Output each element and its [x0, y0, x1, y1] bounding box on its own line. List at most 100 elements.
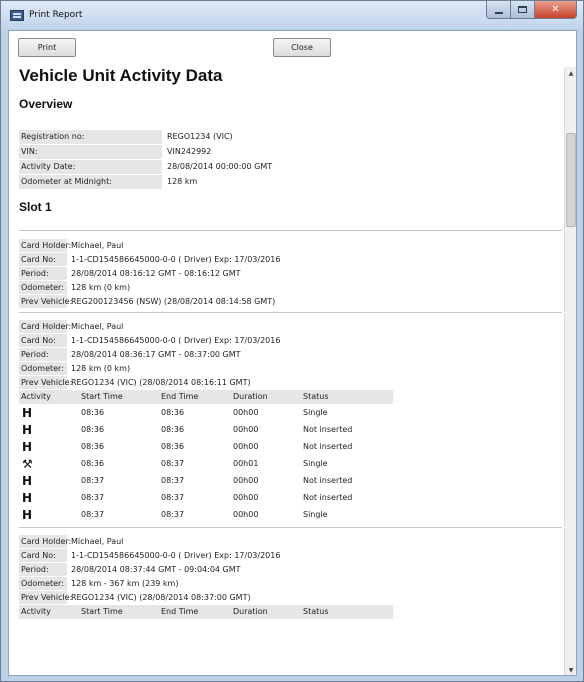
- card-holder-row: Card Holder: Michael, Paul: [19, 534, 562, 548]
- start-time: 08:37: [81, 510, 105, 519]
- start-time: 08:36: [81, 459, 105, 468]
- end-time: 08:37: [161, 459, 185, 468]
- prev-vehicle-row: Prev Vehicle: REG200123456 (NSW) (28/08/2…: [19, 294, 562, 308]
- odometer-value: 128 km (0 km): [71, 363, 131, 373]
- divider: [19, 527, 562, 528]
- close-button[interactable]: Close: [273, 38, 331, 57]
- overview-heading: Overview: [19, 97, 73, 111]
- card-holder-value: Michael, Paul: [71, 321, 124, 331]
- odometer-value: 128 km - 367 km (239 km): [71, 578, 179, 588]
- prev-vehicle-value: REG200123456 (NSW) (28/08/2014 08:14:58 …: [71, 296, 276, 306]
- status: Single: [303, 510, 328, 519]
- overview-value: VIN242992: [167, 147, 212, 156]
- scrollbar-thumb[interactable]: [566, 133, 576, 227]
- close-icon: ✕: [551, 4, 560, 15]
- period-row: Period: 28/08/2014 08:37:44 GMT - 09:04:0…: [19, 562, 562, 576]
- period-row: Period: 28/08/2014 08:16:12 GMT - 08:16:1…: [19, 266, 562, 280]
- toolbar: Print Close: [9, 31, 565, 57]
- status: Single: [303, 459, 328, 468]
- start-time: 08:37: [81, 493, 105, 502]
- table-row: H 08:36 08:36 00h00 Not inserted: [19, 438, 562, 455]
- odometer-label: Odometer:: [19, 280, 67, 294]
- overview-label: Registration no:: [19, 129, 162, 144]
- period-value: 28/08/2014 08:37:44 GMT - 09:04:04 GMT: [71, 564, 241, 574]
- maximize-icon: [518, 6, 527, 13]
- report-viewer: Print Close Vehicle Unit Activity Data O…: [8, 30, 577, 676]
- overview-value: 28/08/2014 00:00:00 GMT: [167, 162, 273, 171]
- table-row: ⚒ 08:36 08:37 00h01 Single: [19, 455, 562, 472]
- card-no-value: 1-1-CD154586645000-0-0 ( Driver) Exp: 17…: [71, 335, 281, 345]
- table-row: H 08:37 08:37 00h00 Not inserted: [19, 472, 562, 489]
- odometer-label: Odometer:: [19, 361, 67, 375]
- column-header: End Time: [159, 604, 231, 619]
- column-header: Status: [301, 389, 393, 404]
- end-time: 08:36: [161, 425, 185, 434]
- card-holder-label: Card Holder:: [19, 534, 72, 548]
- overview-value: REGO1234 (VIC): [167, 132, 233, 141]
- end-time: 08:36: [161, 442, 185, 451]
- overview-row: Registration no: REGO1234 (VIC): [19, 129, 562, 144]
- duration: 00h00: [233, 425, 259, 434]
- card-no-value: 1-1-CD154586645000-0-0 ( Driver) Exp: 17…: [71, 254, 281, 264]
- end-time: 08:37: [161, 493, 185, 502]
- card-no-label: Card No:: [19, 333, 67, 347]
- activity-table-header: Activity Start Time End Time Duration St…: [19, 389, 562, 404]
- status: Single: [303, 408, 328, 417]
- print-button[interactable]: Print: [18, 38, 76, 57]
- work-icon: ⚒: [22, 456, 33, 471]
- overview-label: VIN:: [19, 144, 162, 159]
- divider: [19, 312, 562, 313]
- prev-vehicle-value: REGO1234 (VIC) (28/08/2014 08:16:11 GMT): [71, 377, 251, 387]
- title-bar[interactable]: Print Report ✕: [1, 1, 583, 29]
- card-no-row: Card No: 1-1-CD154586645000-0-0 ( Driver)…: [19, 252, 562, 266]
- overview-row: VIN: VIN242992: [19, 144, 562, 159]
- activity-table-header: Activity Start Time End Time Duration St…: [19, 604, 562, 619]
- period-value: 28/08/2014 08:36:17 GMT - 08:37:00 GMT: [71, 349, 241, 359]
- table-row: H 08:36 08:36 00h00 Not inserted: [19, 421, 562, 438]
- prev-vehicle-row: Prev Vehicle: REGO1234 (VIC) (28/08/2014 …: [19, 375, 562, 389]
- start-time: 08:37: [81, 476, 105, 485]
- rest-icon: H: [22, 507, 33, 522]
- overview-table: Registration no: REGO1234 (VIC) VIN: VIN…: [19, 129, 562, 189]
- duration: 00h01: [233, 459, 259, 468]
- prev-vehicle-label: Prev Vehicle:: [19, 294, 73, 308]
- scroll-down-icon[interactable]: ▼: [565, 664, 576, 675]
- report-document: Vehicle Unit Activity Data Overview Regi…: [19, 65, 562, 619]
- duration: 00h00: [233, 510, 259, 519]
- duration: 00h00: [233, 442, 259, 451]
- table-row: H 08:37 08:37 00h00 Not inserted: [19, 489, 562, 506]
- column-header: End Time: [159, 389, 231, 404]
- column-header: Status: [301, 604, 393, 619]
- card-holder-row: Card Holder: Michael, Paul: [19, 238, 562, 252]
- status: Not inserted: [303, 493, 353, 502]
- card-holder-value: Michael, Paul: [71, 536, 124, 546]
- start-time: 08:36: [81, 425, 105, 434]
- card-holder-row: Card Holder: Michael, Paul: [19, 319, 562, 333]
- maximize-button[interactable]: [511, 1, 535, 19]
- print-report-window: Print Report ✕ Print Close Vehicle Unit …: [0, 0, 584, 682]
- duration: 00h00: [233, 408, 259, 417]
- close-window-button[interactable]: ✕: [535, 1, 577, 19]
- table-row: H 08:36 08:36 00h00 Single: [19, 404, 562, 421]
- minimize-button[interactable]: [486, 1, 511, 19]
- divider: [19, 230, 562, 231]
- rest-icon: H: [22, 490, 33, 505]
- card-holder-label: Card Holder:: [19, 319, 72, 333]
- report-title: Vehicle Unit Activity Data: [19, 66, 223, 85]
- start-time: 08:36: [81, 442, 105, 451]
- start-time: 08:36: [81, 408, 105, 417]
- end-time: 08:37: [161, 510, 185, 519]
- vertical-scrollbar[interactable]: ▲ ▼: [564, 67, 576, 675]
- overview-row: Activity Date: 28/08/2014 00:00:00 GMT: [19, 159, 562, 174]
- odometer-row: Odometer: 128 km (0 km): [19, 280, 562, 294]
- card-no-label: Card No:: [19, 252, 67, 266]
- period-label: Period:: [19, 266, 67, 280]
- odometer-value: 128 km (0 km): [71, 282, 131, 292]
- minimize-icon: [494, 11, 503, 14]
- prev-vehicle-label: Prev Vehicle:: [19, 590, 73, 604]
- period-label: Period:: [19, 562, 67, 576]
- card-holder-label: Card Holder:: [19, 238, 72, 252]
- overview-label: Activity Date:: [19, 159, 162, 174]
- rest-icon: H: [22, 405, 33, 420]
- scroll-up-icon[interactable]: ▲: [565, 67, 576, 79]
